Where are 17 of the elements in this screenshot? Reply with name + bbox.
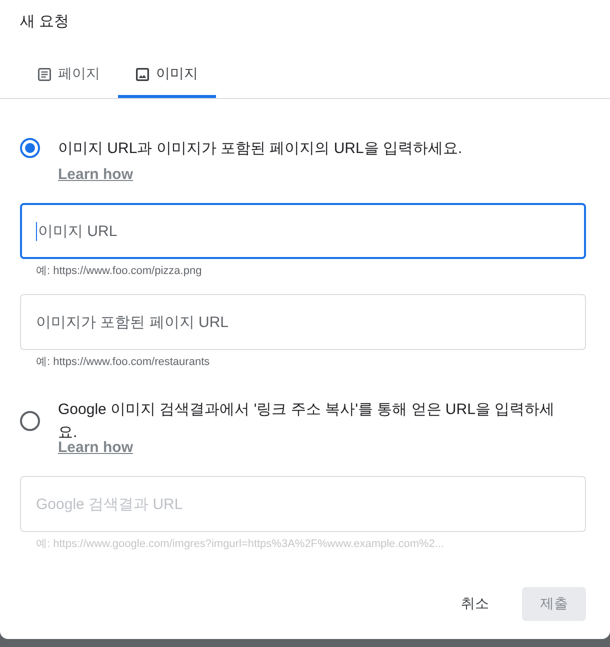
learn-how-link[interactable]: Learn how xyxy=(58,441,134,455)
option-label: Google 이미지 검색결과에서 '링크 주소 복사'를 통해 얻은 URL을 입력하세요. xyxy=(58,400,556,441)
option-label: 이미지 URL과 이미지가 포함된 페이지의 URL을 입력하세요. xyxy=(58,138,462,158)
cancel-button[interactable]: 취소 xyxy=(445,587,505,621)
url-input-field[interactable]: 이미지 URL xyxy=(20,203,586,259)
text-cursor-icon xyxy=(36,222,37,241)
learn-how-link[interactable]: Learn how xyxy=(58,168,134,182)
example-hint: 예: https://www.foo.com/pizza.png xyxy=(36,264,202,279)
example-hint: 예: https://www.google.com/imgres?imgurl=https%3A%2F%www.example.com%2... xyxy=(36,537,444,552)
document-icon xyxy=(38,68,51,80)
example-hint: 예: https://www.foo.com/restaurants xyxy=(36,355,210,370)
radio-button[interactable] xyxy=(20,411,40,431)
image-icon xyxy=(136,68,149,80)
dialog-title: 새 요청 xyxy=(20,12,70,32)
radio-button[interactable] xyxy=(20,138,40,158)
tab[interactable]: 페이지 xyxy=(20,50,118,98)
tab[interactable]: 이미지 xyxy=(118,50,216,98)
